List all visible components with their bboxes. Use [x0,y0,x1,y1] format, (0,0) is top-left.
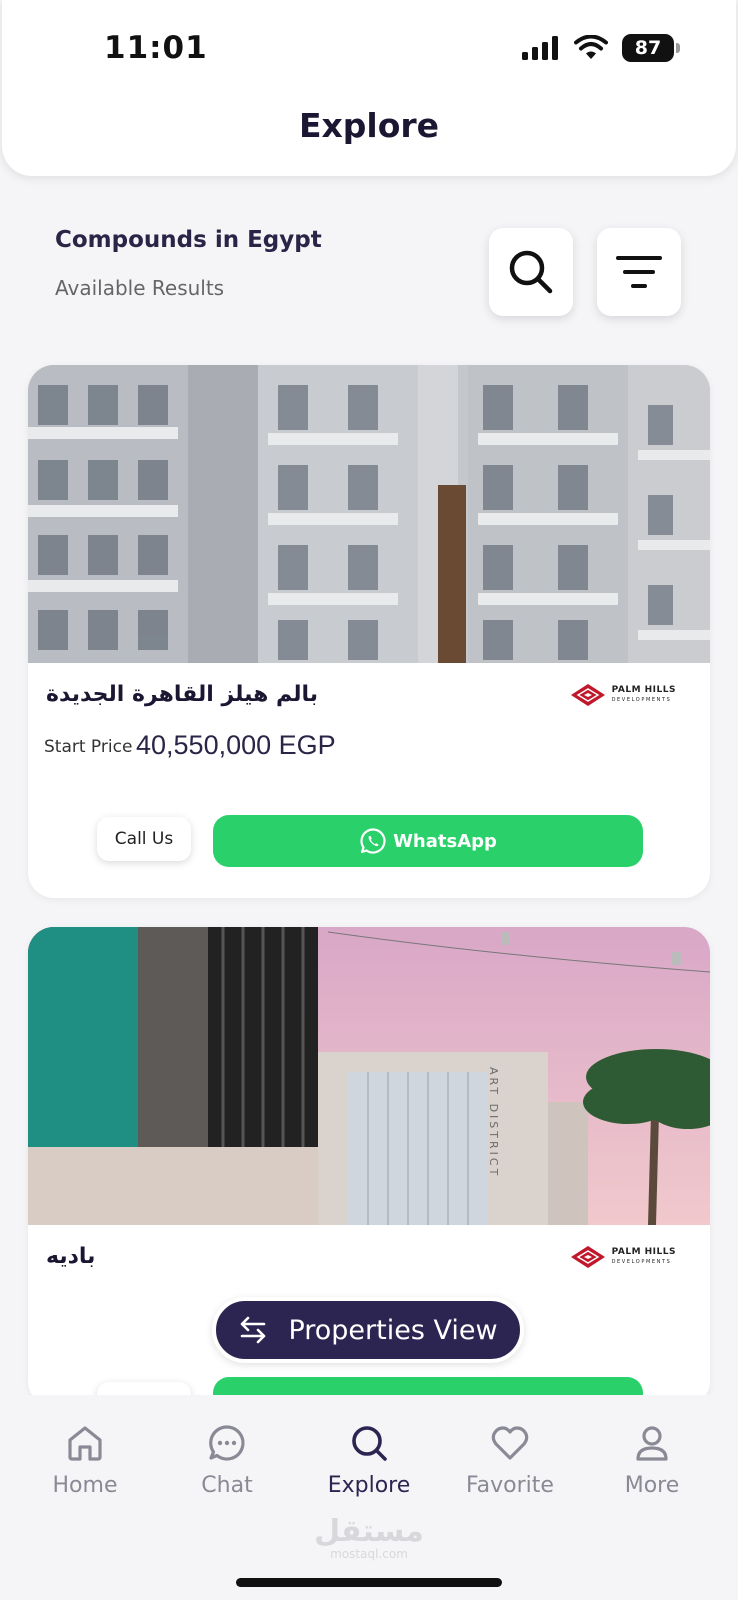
developer-name: PALM HILLS [611,685,676,695]
filter-icon [616,256,662,288]
nav-favorite[interactable]: Favorite [455,1423,565,1498]
bottom-navigation: Home Chat Explore Favorite More مستقل mo… [0,1395,738,1600]
developer-tagline: DEVELOPMENTS [611,697,672,703]
properties-view-label: Properties View [288,1314,498,1346]
status-icons: 87 [522,34,680,62]
listing-name: بالم هيلز القاهرة الجديدة [46,682,319,707]
nav-home-label: Home [52,1473,118,1498]
home-indicator[interactable] [236,1578,502,1587]
nav-chat[interactable]: Chat [172,1423,282,1498]
artwork-text: ART DISTRICT [487,1067,500,1178]
developer-name: PALM HILLS [611,1247,676,1257]
search-icon [509,250,553,294]
battery-icon: 87 [622,34,680,62]
properties-view-button[interactable]: Properties View [212,1297,524,1363]
price-label: Start Price [44,737,133,757]
nav-favorite-label: Favorite [466,1473,554,1498]
user-icon [636,1426,668,1461]
palm-hills-logo-icon [570,684,605,706]
nav-home[interactable]: Home [30,1423,140,1498]
call-us-label: Call Us [114,829,174,849]
whatsapp-button[interactable]: WhatsApp [213,815,643,867]
developer-logo: PALM HILLS DEVELOPMENTS [570,1245,676,1269]
call-us-button[interactable]: Call Us [97,817,191,861]
section-title: Compounds in Egypt [55,227,322,253]
listing-name: باديه [46,1244,96,1269]
app-header: 11:01 87 Explore [2,0,736,176]
nav-chat-label: Chat [201,1473,253,1498]
watermark-arabic: مستقل [314,1514,424,1549]
heart-icon [491,1426,529,1460]
developer-tagline: DEVELOPMENTS [611,1259,672,1265]
search-icon [352,1426,387,1461]
swap-arrows-icon [241,1316,266,1344]
search-button[interactable] [489,228,573,316]
nav-explore[interactable]: Explore [314,1423,424,1498]
whatsapp-icon [360,828,386,854]
price-value: 40,550,000 EGP [136,730,336,760]
nav-more-label: More [624,1473,680,1498]
whatsapp-label: WhatsApp [393,830,497,852]
filter-button[interactable] [597,228,681,316]
section-subtitle: Available Results [55,276,225,300]
listing-card[interactable]: بالم هيلز القاهرة الجديدة PALM HILLS DEV… [28,365,710,898]
status-time: 11:01 [104,30,208,66]
home-icon [68,1426,102,1461]
battery-level: 87 [634,37,662,59]
listing-image[interactable] [28,365,710,663]
cellular-signal-icon [522,36,558,60]
nav-explore-label: Explore [327,1473,411,1498]
wifi-icon [574,35,608,59]
watermark: مستقل mostaql.com [0,1514,738,1562]
watermark-latin: mostaql.com [330,1547,408,1561]
developer-logo: PALM HILLS DEVELOPMENTS [570,683,676,707]
chat-icon [209,1425,245,1461]
listing-image[interactable]: ART DISTRICT [28,927,710,1225]
nav-more[interactable]: More [597,1423,707,1498]
page-title: Explore [298,106,440,145]
palm-hills-logo-icon [570,1246,605,1268]
